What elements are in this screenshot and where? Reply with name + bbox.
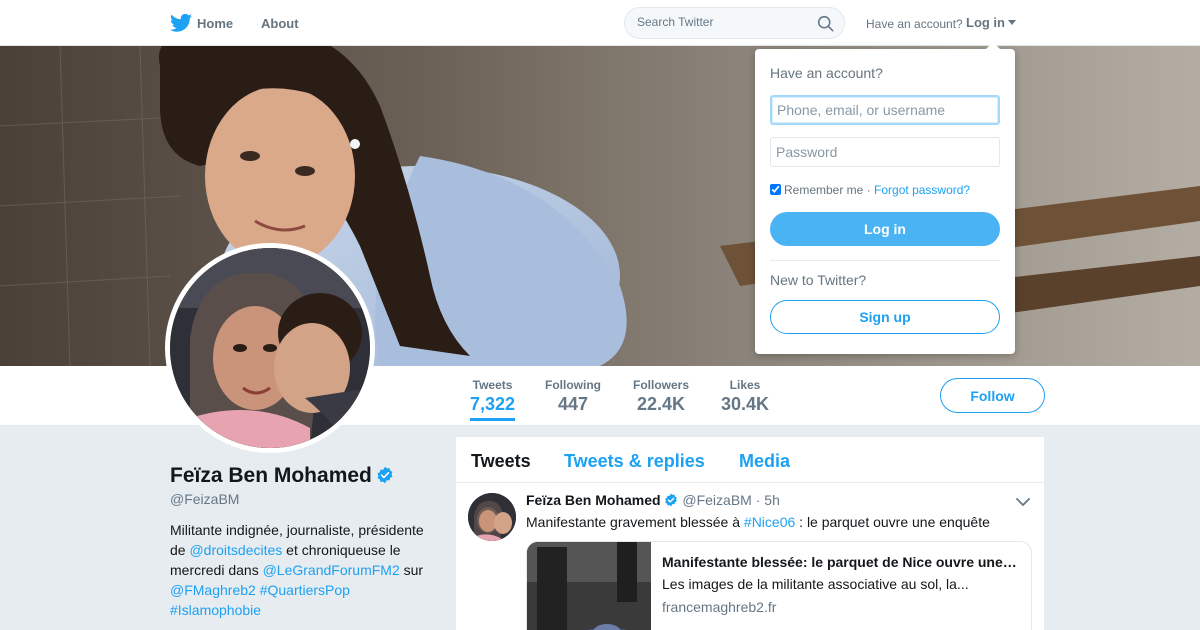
- search-box: [624, 7, 845, 39]
- remember-me-checkbox[interactable]: [770, 184, 781, 195]
- nav-about-link[interactable]: About: [261, 16, 299, 31]
- remember-separator: ·: [866, 183, 871, 197]
- stat-likes[interactable]: Likes 30.4K: [721, 378, 769, 415]
- stat-label: Likes: [729, 378, 761, 392]
- timeline-tabs: Tweets Tweets & replies Media: [456, 437, 1044, 483]
- new-to-twitter-text: New to Twitter?: [770, 272, 867, 288]
- link-preview-card[interactable]: Manifestante blessée: le parquet de Nice…: [526, 541, 1032, 630]
- bio-mention-link[interactable]: @LeGrandForumFM2: [263, 562, 400, 578]
- profile-handle[interactable]: @FeizaBM: [170, 491, 239, 507]
- search-icon[interactable]: [817, 15, 834, 32]
- tweet-text-part: Manifestante gravement blessée à: [526, 514, 744, 530]
- profile-bio: Militante indignée, journaliste, préside…: [170, 520, 440, 620]
- profile-name[interactable]: Feïza Ben Mohamed: [170, 464, 394, 488]
- remember-me-row: Remember me · Forgot password?: [770, 183, 970, 197]
- tweet-header: Feïza Ben Mohamed @FeizaBM · 5h: [526, 492, 780, 508]
- verified-badge-icon: [377, 466, 393, 484]
- bio-hashtag-link[interactable]: #Islamophobie: [170, 602, 261, 618]
- stat-value: 22.4K: [636, 394, 686, 414]
- stat-followers[interactable]: Followers 22.4K: [633, 378, 689, 415]
- login-toggle-label: Log in: [966, 15, 1005, 30]
- stat-label: Tweets: [472, 378, 513, 392]
- stat-tweets[interactable]: Tweets 7,322: [470, 378, 516, 421]
- tweet-timestamp[interactable]: 5h: [764, 492, 780, 508]
- card-description: Les images de la militante associative a…: [662, 576, 969, 592]
- stat-value: 447: [557, 394, 589, 414]
- stat-value: 7,322: [470, 394, 516, 414]
- tab-media[interactable]: Media: [739, 451, 790, 472]
- bio-text: sur: [399, 562, 424, 578]
- card-domain: francemaghreb2.fr: [662, 599, 777, 615]
- follow-button[interactable]: Follow: [940, 378, 1045, 413]
- tweet-item[interactable]: Feïza Ben Mohamed @FeizaBM · 5h Manifest…: [456, 483, 1044, 630]
- remember-me-label[interactable]: Remember me: [784, 183, 863, 197]
- tweet-author-handle[interactable]: @FeizaBM: [682, 492, 751, 508]
- caret-down-icon: [1008, 20, 1016, 25]
- verified-badge-icon: [665, 493, 678, 507]
- dropdown-heading: Have an account?: [770, 65, 883, 81]
- chevron-down-icon[interactable]: [1016, 497, 1030, 507]
- tweet-hashtag-link[interactable]: #Nice06: [744, 514, 795, 530]
- stat-following[interactable]: Following 447: [545, 378, 601, 415]
- timeline: Tweets Tweets & replies Media Feïza Ben …: [456, 437, 1044, 630]
- profile-avatar[interactable]: [165, 243, 375, 453]
- tab-tweets-and-replies[interactable]: Tweets & replies: [564, 451, 705, 472]
- username-field[interactable]: [770, 95, 1000, 125]
- tweet-author-avatar[interactable]: [468, 493, 516, 541]
- nav-home-link[interactable]: Home: [197, 16, 233, 31]
- tweet-text: Manifestante gravement blessée à #Nice06…: [526, 514, 990, 530]
- tweet-text-part: : le parquet ouvre une enquête: [795, 514, 990, 530]
- search-input[interactable]: [637, 15, 807, 29]
- top-nav: Home About Have an account? Log in: [0, 0, 1200, 46]
- signup-button[interactable]: Sign up: [770, 300, 1000, 334]
- tweet-separator: ·: [755, 492, 761, 508]
- tab-tweets[interactable]: Tweets: [471, 451, 531, 472]
- login-button[interactable]: Log in: [770, 212, 1000, 246]
- tweet-author-name[interactable]: Feïza Ben Mohamed: [526, 492, 661, 508]
- forgot-password-link[interactable]: Forgot password?: [874, 183, 970, 197]
- stat-value: 30.4K: [721, 394, 770, 414]
- login-dropdown-toggle[interactable]: Log in: [966, 15, 1016, 30]
- profile-name-text: Feïza Ben Mohamed: [170, 464, 372, 487]
- login-dropdown: Have an account? Remember me · Forgot pa…: [755, 42, 1015, 354]
- dropdown-divider: [770, 260, 1000, 261]
- bio-mention-link[interactable]: @FMaghreb2: [170, 582, 256, 598]
- have-account-text: Have an account?: [866, 17, 963, 31]
- bio-mention-link[interactable]: @droitsdecites: [189, 542, 282, 558]
- stat-label: Followers: [633, 378, 690, 392]
- stat-label: Following: [545, 378, 601, 392]
- dropdown-arrow: [985, 42, 1001, 50]
- card-title: Manifestante blessée: le parquet de Nice…: [662, 554, 1017, 570]
- password-field[interactable]: [770, 137, 1000, 167]
- twitter-bird-icon[interactable]: [170, 13, 192, 33]
- bio-hashtag-link[interactable]: #QuartiersPop: [260, 582, 350, 598]
- card-thumbnail-image: [527, 542, 651, 630]
